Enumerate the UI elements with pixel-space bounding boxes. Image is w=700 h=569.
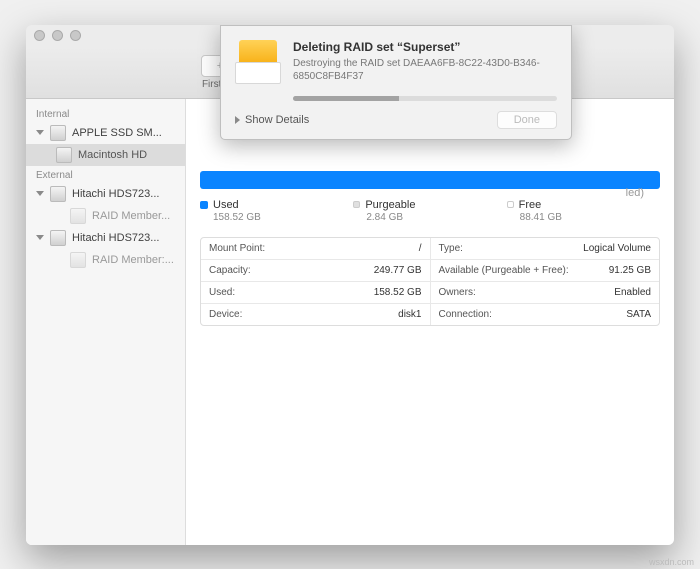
disclosure-triangle-icon[interactable] (36, 130, 44, 135)
info-cell: Owners: Enabled (431, 282, 660, 303)
sidebar-volume[interactable]: RAID Member... (26, 205, 185, 227)
legend-label: Purgeable (365, 199, 415, 211)
drive-icon (50, 230, 66, 246)
done-button: Done (497, 111, 557, 129)
main-panel: led) Used158.52 GBPurgeable2.84 GBFree88… (186, 99, 674, 545)
info-cell: Device: disk1 (201, 304, 431, 325)
body: Internal APPLE SSD SM... Macintosh HD Exter… (26, 99, 674, 545)
sidebar-item-label: APPLE SSD SM... (72, 127, 162, 139)
info-value: 91.25 GB (609, 265, 651, 276)
disclosure-triangle-icon[interactable] (36, 235, 44, 240)
legend-swatch (353, 201, 360, 208)
hidden-text: led) (626, 187, 644, 199)
info-cell: Used: 158.52 GB (201, 282, 431, 303)
info-cell: Available (Purgeable + Free): 91.25 GB (431, 260, 660, 281)
legend-item: Used158.52 GB (200, 199, 353, 223)
info-cell: Mount Point: / (201, 238, 431, 259)
info-row: Used: 158.52 GB Owners: Enabled (201, 282, 659, 304)
progress-bar (293, 96, 557, 101)
legend-value: 2.84 GB (366, 212, 506, 223)
info-value: / (419, 243, 422, 254)
sidebar-item[interactable]: APPLE SSD SM... (26, 122, 185, 144)
sidebar-item[interactable]: Hitachi HDS723... (26, 227, 185, 249)
sidebar-volume[interactable]: RAID Member:... (26, 249, 185, 271)
info-key: Available (Purgeable + Free): (439, 265, 569, 276)
drive-icon (50, 186, 66, 202)
legend-swatch (200, 201, 208, 209)
sidebar-item-label: RAID Member:... (92, 254, 174, 266)
dialog-title: Deleting RAID set “Superset” (293, 40, 557, 54)
show-details-toggle[interactable]: Show Details (235, 114, 309, 126)
info-cell: Capacity: 249.77 GB (201, 260, 431, 281)
disk-icon (235, 40, 281, 86)
info-key: Owners: (439, 287, 476, 298)
progress-dialog: Deleting RAID set “Superset” Destroying … (220, 25, 572, 140)
info-key: Mount Point: (209, 243, 265, 254)
drive-icon (50, 125, 66, 141)
info-key: Device: (209, 309, 242, 320)
info-value: Enabled (614, 287, 651, 298)
info-row: Mount Point: / Type: Logical Volume (201, 238, 659, 260)
info-value: 158.52 GB (374, 287, 422, 298)
info-cell: Type: Logical Volume (431, 238, 660, 259)
show-details-label: Show Details (245, 114, 309, 126)
window: Disk Utility +First Aid◔Partition⌫Erase↻… (26, 25, 674, 545)
info-row: Capacity: 249.77 GB Available (Purgeable +… (201, 260, 659, 282)
volume-icon (70, 208, 86, 224)
sidebar-header: Internal (26, 105, 185, 122)
legend-item: Purgeable2.84 GB (353, 199, 506, 223)
legend-item: Free88.41 GB (507, 199, 660, 223)
info-key: Capacity: (209, 265, 251, 276)
info-value: SATA (626, 309, 651, 320)
legend-value: 88.41 GB (520, 212, 660, 223)
sidebar-item-label: Hitachi HDS723... (72, 232, 159, 244)
info-value: disk1 (398, 309, 421, 320)
legend-value: 158.52 GB (213, 212, 353, 223)
info-value: Logical Volume (583, 243, 651, 254)
info-table: Mount Point: / Type: Logical Volume Capacity… (200, 237, 660, 326)
usage-legend: Used158.52 GBPurgeable2.84 GBFree88.41 G… (200, 199, 660, 223)
sidebar-header: External (26, 166, 185, 183)
volume-icon (70, 252, 86, 268)
dialog-subtitle: Destroying the RAID set DAEAA6FB-8C22-43… (293, 57, 557, 83)
sidebar-item-label: Hitachi HDS723... (72, 188, 159, 200)
volume-icon (56, 147, 72, 163)
info-cell: Connection: SATA (431, 304, 660, 325)
sidebar-item[interactable]: Hitachi HDS723... (26, 183, 185, 205)
disclosure-triangle-icon[interactable] (36, 191, 44, 196)
sidebar-item-label: Macintosh HD (78, 149, 147, 161)
info-value: 249.77 GB (374, 265, 422, 276)
sidebar: Internal APPLE SSD SM... Macintosh HD Exter… (26, 99, 186, 545)
info-key: Used: (209, 287, 235, 298)
legend-swatch (507, 201, 514, 208)
sidebar-item-label: RAID Member... (92, 210, 170, 222)
legend-label: Free (519, 199, 542, 211)
info-key: Type: (439, 243, 463, 254)
watermark: wsxdn.com (649, 557, 694, 567)
legend-label: Used (213, 199, 239, 211)
info-key: Connection: (439, 309, 492, 320)
chevron-right-icon (235, 116, 240, 124)
info-row: Device: disk1 Connection: SATA (201, 304, 659, 325)
sidebar-volume[interactable]: Macintosh HD (26, 144, 185, 166)
usage-bar (200, 171, 660, 189)
